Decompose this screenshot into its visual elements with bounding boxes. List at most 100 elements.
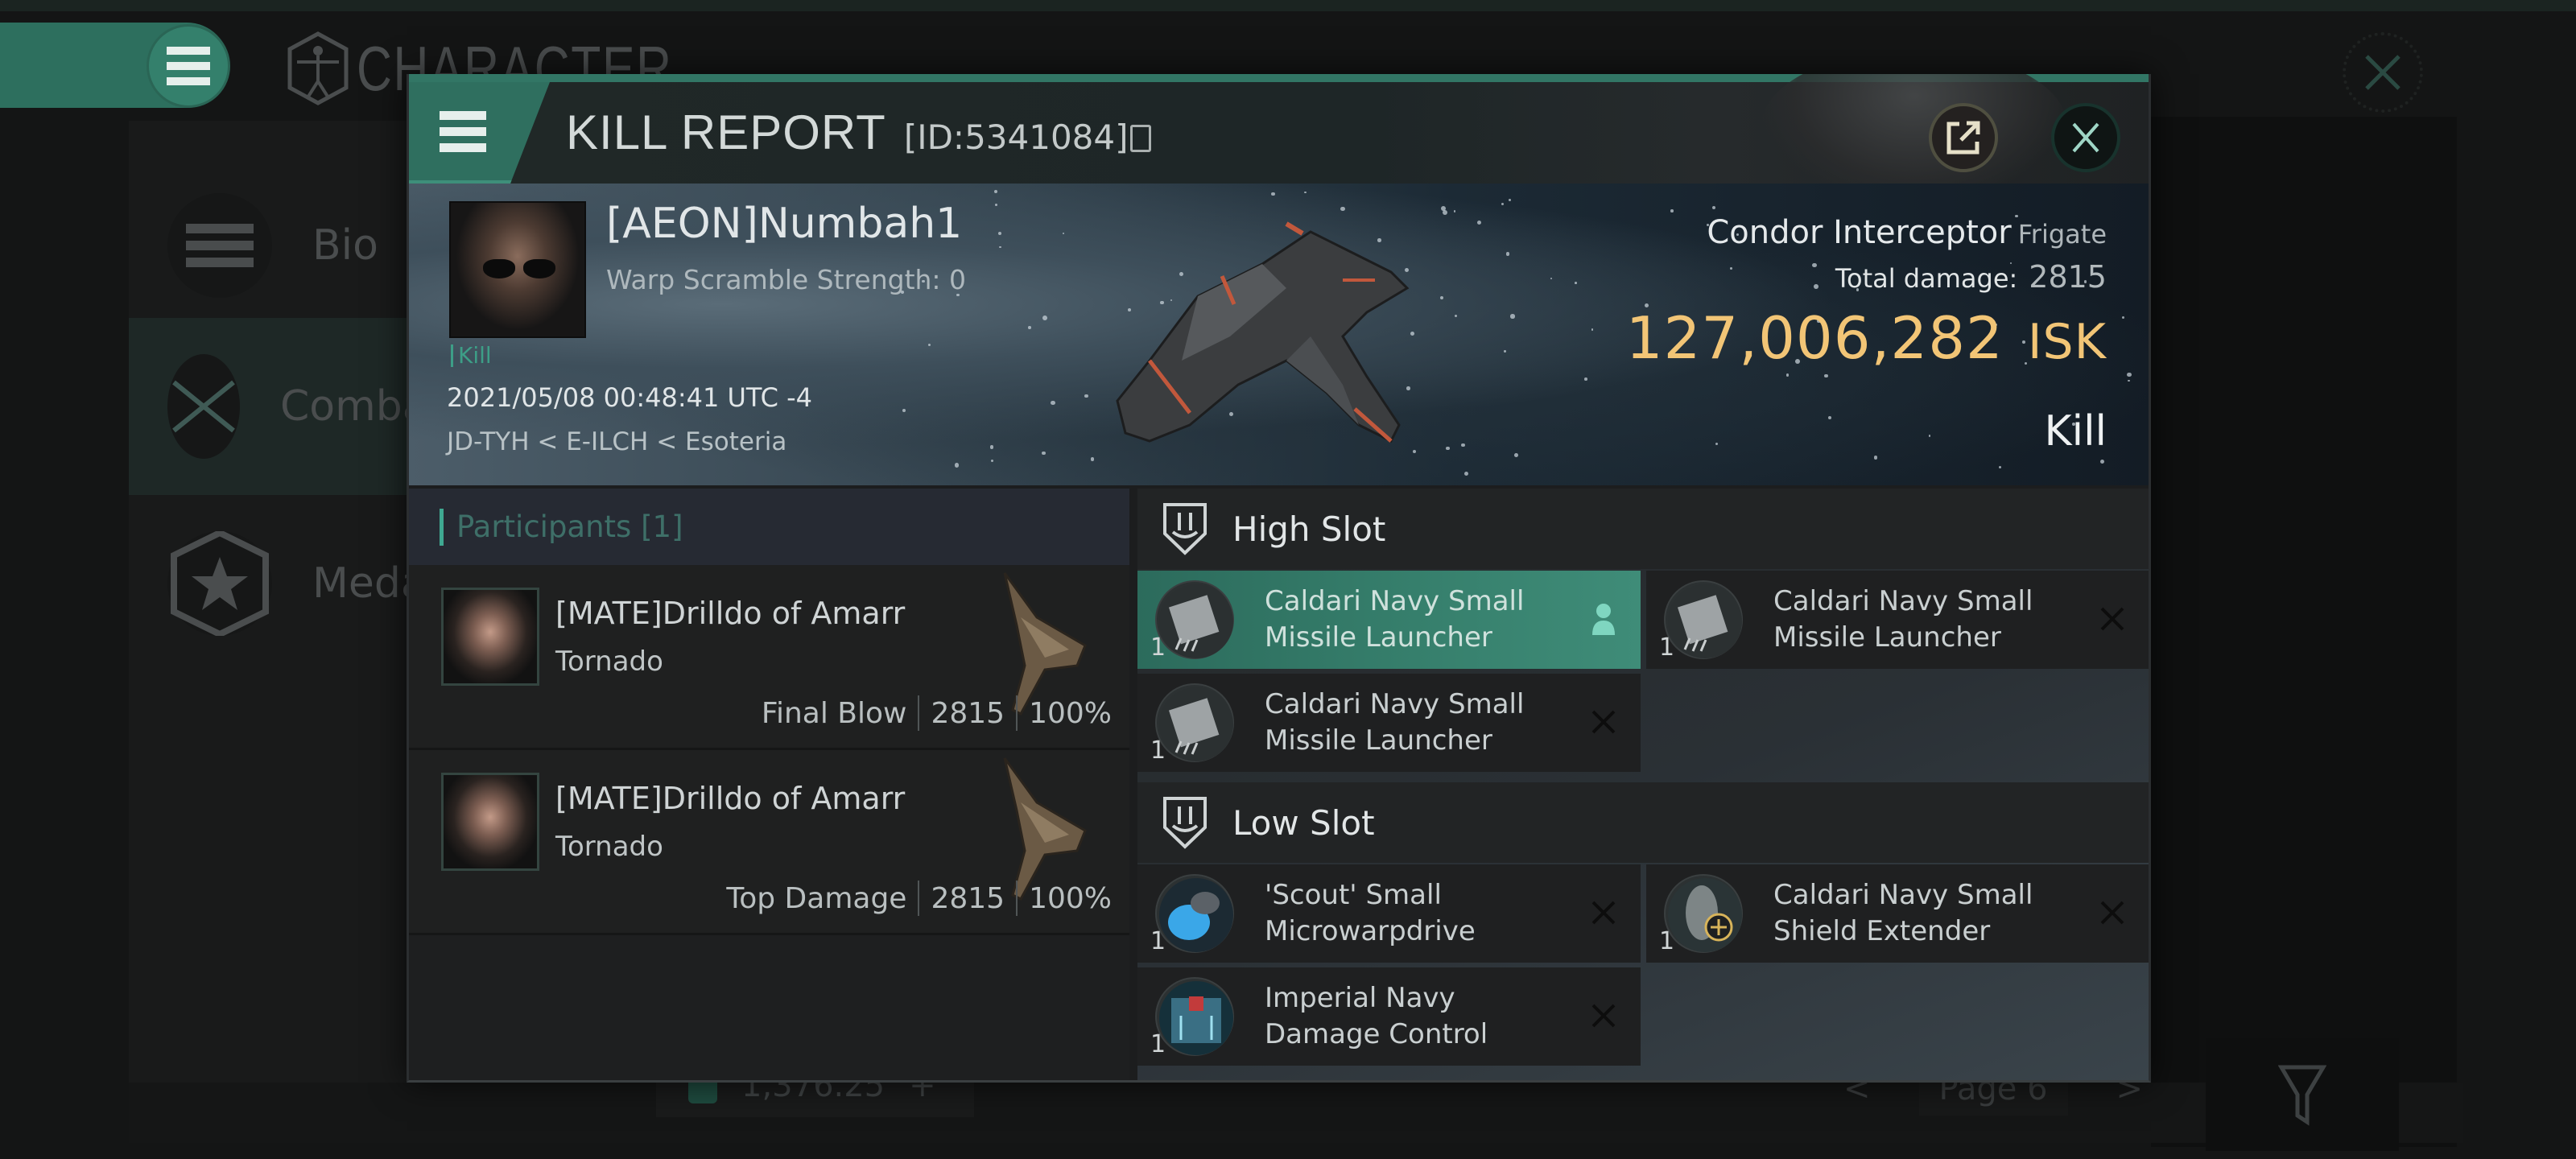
share-button[interactable]: [1929, 103, 1998, 172]
module-item[interactable]: 1 Caldari Navy Small Missile Launcher: [1137, 674, 1641, 772]
star: [989, 445, 994, 449]
star: [1461, 443, 1465, 448]
isk-currency: ISK: [2027, 314, 2107, 370]
participant-avatar[interactable]: [441, 773, 539, 871]
star: [1510, 314, 1515, 319]
star: [1042, 451, 1046, 456]
module-icon: [1664, 580, 1743, 659]
low-slot-label: Low Slot: [1232, 802, 1375, 843]
module-name: Caldari Navy Small Missile Launcher: [1265, 688, 1525, 757]
sidebar-item-combat[interactable]: Combat: [129, 318, 444, 495]
module-name: Imperial Navy Damage Control: [1265, 982, 1488, 1050]
victim-portrait[interactable]: [449, 201, 586, 338]
ship-name[interactable]: Condor Interceptor: [1707, 214, 2011, 251]
star: [1712, 206, 1716, 210]
star: [1028, 325, 1031, 329]
participant-ship: Tornado: [555, 645, 663, 678]
destroyed-icon: [1591, 1004, 1616, 1028]
screen-close-button[interactable]: [2343, 32, 2423, 113]
participants-title: Participants [1]: [456, 509, 683, 544]
module-quantity: 1: [1150, 736, 1166, 765]
kill-report-modal: KILL REPORT [ID:5341084] [AEON]Numbah1 W…: [407, 74, 2151, 1083]
warp-scramble-strength: Warp Scramble Strength: 0: [606, 264, 967, 295]
fittings-panel: High Slot 1 Caldari Navy Small Missile Lau…: [1137, 489, 2149, 1083]
high-slot-label: High Slot: [1232, 509, 1386, 549]
close-button[interactable]: [2051, 103, 2120, 172]
star: [1446, 446, 1451, 451]
star: [1584, 377, 1587, 381]
crossed-swords-icon: [167, 354, 240, 459]
module-item[interactable]: 1 Caldari Navy Small Shield Extender: [1646, 864, 2149, 963]
kill-datetime: 2021/05/08 00:48:41 UTC -4: [447, 382, 813, 413]
module-name: Caldari Navy Small Shield Extender: [1773, 879, 2033, 947]
top-status-bar: [0, 0, 2576, 11]
close-icon: [2072, 122, 2099, 153]
main-menu-button[interactable]: [147, 24, 230, 108]
star: [999, 245, 1002, 249]
star: [1591, 328, 1594, 331]
module-status: [1587, 897, 1620, 929]
participant-avatar[interactable]: [441, 588, 539, 686]
character-sidebar: Bio Combat Medals: [129, 121, 460, 1143]
star: [1874, 456, 1878, 460]
module-item[interactable]: 1 Caldari Navy Small Missile Launcher: [1646, 571, 2149, 669]
star: [1042, 316, 1047, 321]
participant-damage: 2815: [931, 881, 1005, 915]
star: [991, 459, 994, 462]
header-accent: [440, 508, 444, 546]
module-name: Caldari Navy Small Missile Launcher: [1773, 585, 2033, 654]
module-status: [1587, 706, 1620, 738]
background-panel: [2151, 117, 2457, 1147]
filter-button[interactable]: [2206, 1038, 2399, 1151]
mid-slot-icon: [1162, 1079, 1208, 1083]
kill-tag: Kill: [451, 344, 492, 367]
star: [1440, 295, 1444, 299]
sidebar-item-medals[interactable]: Medals: [129, 495, 460, 672]
star: [1505, 252, 1510, 256]
list-icon: [167, 193, 272, 298]
participant-percent: 100%: [1029, 881, 1112, 915]
participant-damage: 2815: [931, 696, 1005, 730]
module-quantity: 1: [1659, 633, 1675, 662]
star: [995, 204, 998, 207]
participant-name[interactable]: [MATE]Drilldo of Amarr: [555, 596, 905, 631]
isk-line: 127,006,282 ISK: [1626, 304, 2107, 372]
star: [1051, 400, 1055, 405]
destroyed-icon: [1591, 710, 1616, 734]
module-quantity: 1: [1659, 927, 1675, 955]
star: [1504, 350, 1506, 353]
star: [2127, 373, 2132, 377]
star: [997, 232, 1001, 236]
close-icon: [2365, 55, 2401, 90]
module-quantity: 1: [1150, 1030, 1166, 1058]
star: [1062, 232, 1064, 234]
module-status: [2096, 897, 2128, 929]
menu-icon: [167, 47, 210, 85]
kill-report-title: KILL REPORT: [566, 105, 886, 159]
participants-header[interactable]: Participants [1]: [409, 489, 1129, 565]
sidebar-item-bio[interactable]: Bio: [129, 157, 411, 334]
module-icon: [1155, 874, 1234, 953]
star-medal-icon: [167, 531, 272, 636]
star: [1442, 210, 1447, 216]
module-status: [1587, 1000, 1620, 1032]
menu-icon: [440, 110, 486, 152]
star: [1090, 457, 1095, 461]
mid-slot-header-partial: [1137, 1066, 2149, 1083]
participant-row[interactable]: [MATE]Drilldo of Amarr Tornado Top Damage 2…: [409, 750, 1129, 935]
module-item[interactable]: 1 Imperial Navy Damage Control: [1137, 967, 1641, 1066]
ship-info: Condor Interceptor Frigate Total damage: 2…: [1626, 214, 2107, 456]
kill-report-menu-button[interactable]: [409, 82, 550, 184]
destroyed-icon: [1591, 901, 1616, 925]
participant-row[interactable]: [MATE]Drilldo of Amarr Tornado Final Blow 2…: [409, 565, 1129, 750]
star: [1501, 202, 1505, 206]
module-item[interactable]: 1 'Scout' Small Microwarpdrive: [1137, 864, 1641, 963]
star: [1454, 210, 1456, 212]
total-damage-label: Total damage:: [1835, 263, 2018, 294]
participants-list: [MATE]Drilldo of Amarr Tornado Final Blow 2…: [409, 565, 1129, 935]
star: [2128, 379, 2130, 382]
victim-name[interactable]: [AEON]Numbah1: [606, 200, 962, 248]
module-item[interactable]: 1 Caldari Navy Small Missile Launcher: [1137, 571, 1641, 669]
participant-name[interactable]: [MATE]Drilldo of Amarr: [555, 781, 905, 816]
copy-icon[interactable]: [1129, 125, 1151, 152]
